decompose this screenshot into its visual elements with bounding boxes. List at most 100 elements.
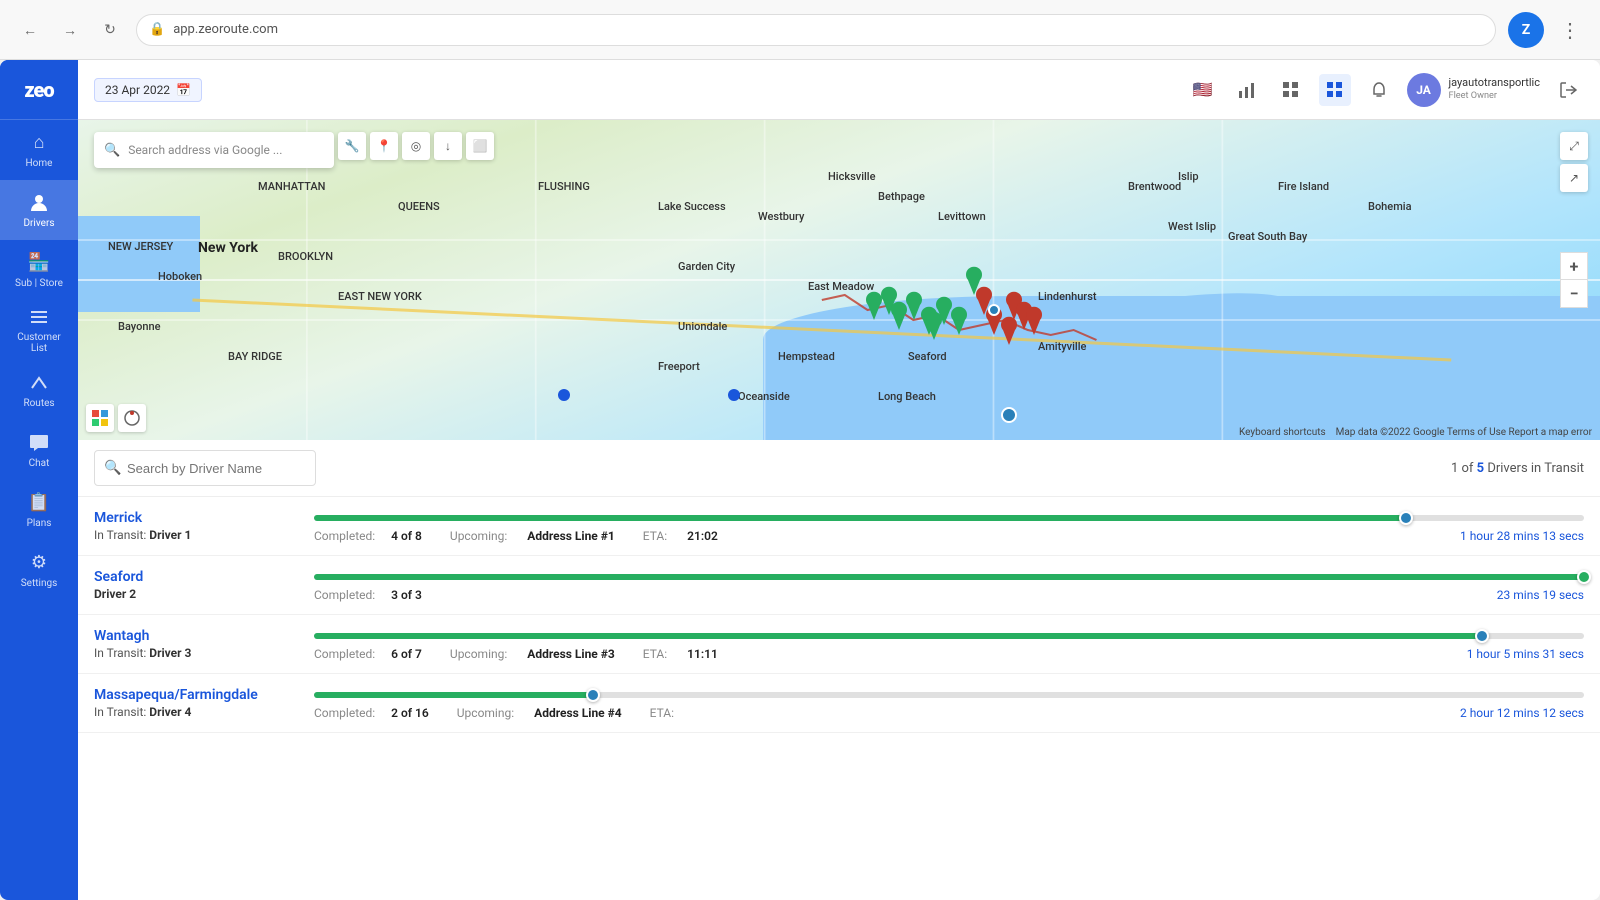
completed-val: 4 of 8 [391, 529, 422, 543]
avatar: JA [1407, 73, 1441, 107]
eta-label: ETA: [643, 529, 667, 543]
chart-icon[interactable] [1231, 74, 1263, 106]
driver-name-col: Massapequa/Farmingdale In Transit: Drive… [94, 684, 314, 719]
browser-profile[interactable]: Z [1508, 12, 1544, 48]
sidebar-item-plans[interactable]: 📋 Plans [0, 480, 78, 540]
completed-val: 2 of 16 [391, 706, 429, 720]
reload-button[interactable]: ↻ [96, 16, 124, 44]
browser-menu-button[interactable]: ⋮ [1556, 14, 1584, 46]
sidebar-item-routes[interactable]: Routes [0, 360, 78, 420]
driver-progress-track-massapequa [314, 692, 1584, 698]
sidebar-item-home[interactable]: ⌂ Home [0, 120, 78, 180]
map-expand-btn[interactable]: ⤢ [1560, 132, 1588, 160]
driver-info-row-wantagh: Completed:6 of 7Upcoming:Address Line #3… [314, 647, 718, 661]
driver-progress-track-merrick [314, 515, 1584, 521]
map-ctrl-3[interactable]: ◎ [402, 132, 430, 160]
driver-progress-dot-massapequa [586, 688, 600, 702]
sidebar-label-plans: Plans [27, 518, 52, 529]
map-attribution-text: Map data ©2022 Google Terms of Use Repor… [1336, 427, 1592, 438]
driver-row-massapequa: Massapequa/Farmingdale In Transit: Drive… [78, 674, 1600, 733]
driver-search-icon: 🔍 [104, 460, 121, 476]
map-icon[interactable] [1319, 74, 1351, 106]
map-ctrl-4[interactable]: ↓ [434, 132, 462, 160]
driver-row-merrick: Merrick In Transit: Driver 1 Completed: 4… [78, 497, 1600, 556]
driver-eta-merrick: 1 hour 28 mins 13 secs [1460, 529, 1584, 543]
home-icon: ⌂ [28, 132, 50, 154]
driver-progress-area-massapequa: Completed:2 of 16Upcoming:Address Line #… [314, 684, 1584, 720]
map-logo-2 [118, 404, 146, 432]
sidebar-label-settings: Settings [21, 578, 58, 589]
map-search-icon: 🔍 [104, 143, 120, 158]
customer-list-icon [28, 306, 50, 328]
map-ctrl-5[interactable]: ⬜ [466, 132, 494, 160]
driver-name-link-massapequa[interactable]: Massapequa/Farmingdale [94, 687, 258, 703]
user-text: jayautotransportlic Fleet Owner [1449, 76, 1540, 102]
driver-name-link-merrick[interactable]: Merrick [94, 510, 142, 526]
map-area: New York MANHATTAN BROOKLYN QUEENS FLUSH… [78, 120, 1600, 440]
driver-name-link-seaford[interactable]: Seaford [94, 569, 143, 585]
driver-name-col: Seaford Driver 2 [94, 566, 314, 601]
flag-icon[interactable]: 🇺🇸 [1187, 74, 1219, 106]
sidebar-logo: zeo [0, 60, 78, 120]
map-ctrl-2[interactable]: 📍 [370, 132, 398, 160]
notification-bell-icon[interactable] [1363, 74, 1395, 106]
user-info[interactable]: JA jayautotransportlic Fleet Owner [1407, 73, 1540, 107]
driver-progress-fill-massapequa [314, 692, 593, 698]
completed-label: Completed: [314, 529, 375, 543]
lock-icon: 🔒 [149, 22, 165, 37]
date-badge: 23 Apr 2022 📅 [94, 78, 202, 102]
driver-row-seaford: Seaford Driver 2 Completed:3 of 3 23 min… [78, 556, 1600, 615]
map-search-bar[interactable]: 🔍 Search address via Google ... [94, 132, 334, 168]
driver-progress-fill-wantagh [314, 633, 1482, 639]
map-logo-1 [86, 404, 114, 432]
driver-label: Driver 1 [149, 528, 191, 542]
user-name: jayautotransportlic [1449, 76, 1540, 89]
driver-row-wantagh: Wantagh In Transit: Driver 3 Completed: 6… [78, 615, 1600, 674]
driver-search-input[interactable] [94, 450, 316, 486]
sidebar-item-settings[interactable]: ⚙ Settings [0, 540, 78, 600]
sidebar-item-sub-store[interactable]: 🏪 Sub | Store [0, 240, 78, 300]
driver-label: Driver 2 [94, 587, 136, 601]
upcoming-label: Upcoming: [450, 529, 507, 543]
map-attribution: Keyboard shortcuts Map data ©2022 Google… [1239, 427, 1592, 438]
drivers-icon [28, 192, 50, 214]
driver-subtitle-merrick: In Transit: Driver 1 [94, 528, 314, 542]
back-button[interactable]: ← [16, 16, 44, 44]
driver-progress-fill-merrick [314, 515, 1406, 521]
driver-row-meta: Seaford Driver 2 Completed:3 of 3 23 min… [94, 566, 1584, 602]
app-container: zeo ⌂ Home Drivers 🏪 Sub | Store Custome… [0, 60, 1600, 900]
driver-name-link-wantagh[interactable]: Wantagh [94, 628, 149, 644]
map-pins-svg [78, 120, 1600, 440]
driver-label: Driver 4 [149, 705, 191, 719]
driver-subtitle-wantagh: In Transit: Driver 3 [94, 646, 314, 660]
sidebar-item-drivers[interactable]: Drivers [0, 180, 78, 240]
map-zoom-controls: + − [1560, 252, 1588, 308]
driver-name-col: Merrick In Transit: Driver 1 [94, 507, 314, 542]
sidebar-item-chat[interactable]: Chat [0, 420, 78, 480]
sidebar-item-customer-list[interactable]: CustomerList [0, 300, 78, 360]
zoom-in-button[interactable]: + [1560, 252, 1588, 280]
plans-icon: 📋 [28, 492, 50, 514]
driver-progress-dot-wantagh [1475, 629, 1489, 643]
completed-label: Completed: [314, 647, 375, 661]
top-bar: 23 Apr 2022 📅 🇺🇸 JA [78, 60, 1600, 120]
driver-subtitle-seaford: Driver 2 [94, 587, 314, 601]
completed-val: 3 of 3 [391, 588, 422, 602]
driver-progress-track-wantagh [314, 633, 1584, 639]
grid-icon[interactable] [1275, 74, 1307, 106]
logout-icon[interactable] [1552, 74, 1584, 106]
zoom-out-button[interactable]: − [1560, 280, 1588, 308]
driver-row-meta: Wantagh In Transit: Driver 3 Completed: 6… [94, 625, 1584, 661]
completed-val: 6 of 7 [391, 647, 422, 661]
driver-progress-area-seaford: Completed:3 of 3 23 mins 19 secs [314, 566, 1584, 602]
map-ctrl-1[interactable]: 🔧 [338, 132, 366, 160]
driver-row-meta: Merrick In Transit: Driver 1 Completed: 4… [94, 507, 1584, 543]
map-share-btn[interactable]: ↗ [1560, 164, 1588, 192]
upcoming-label: Upcoming: [450, 647, 507, 661]
sidebar-label-drivers: Drivers [23, 218, 54, 229]
eta-label: ETA: [643, 647, 667, 661]
address-bar[interactable]: 🔒 app.zeoroute.com [136, 14, 1496, 46]
forward-button[interactable]: → [56, 16, 84, 44]
map-background: New York MANHATTAN BROOKLYN QUEENS FLUSH… [78, 120, 1600, 440]
browser-chrome: ← → ↻ 🔒 app.zeoroute.com Z ⋮ [0, 0, 1600, 60]
